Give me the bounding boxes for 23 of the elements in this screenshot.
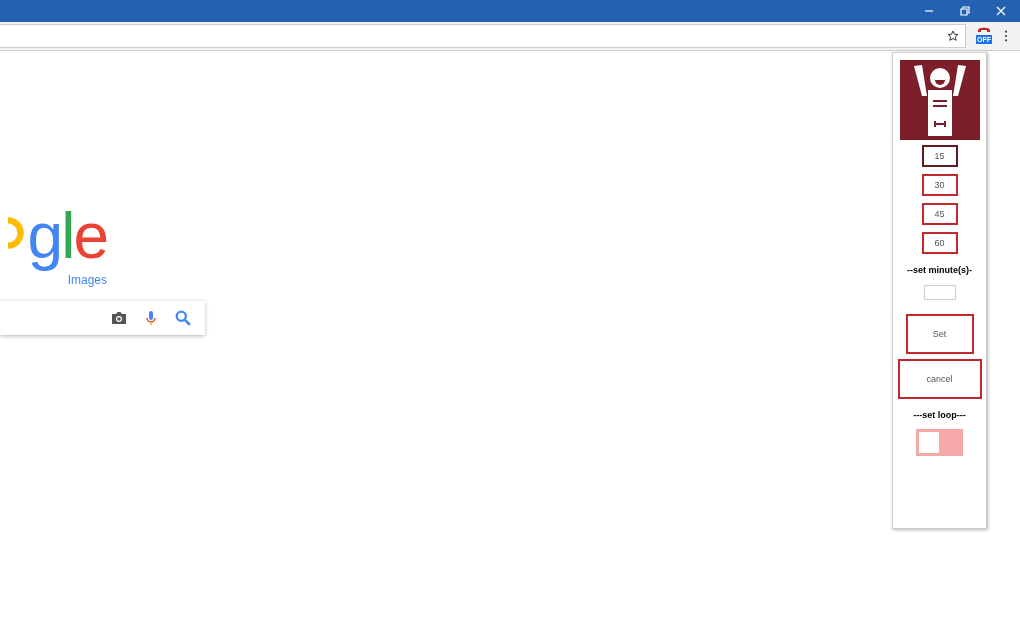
minutes-input[interactable] (923, 285, 956, 300)
minutes-heading: --set minute(s)- (907, 265, 972, 275)
loop-toggle[interactable] (916, 429, 963, 456)
logo-letter: l (61, 201, 74, 273)
logo-letter: g (27, 201, 62, 273)
telephone-icon[interactable] (977, 26, 991, 34)
logo-fragment-drawing (7, 214, 26, 251)
camera-icon[interactable] (111, 309, 127, 326)
search-icon[interactable] (175, 309, 191, 326)
minutes-preset-button[interactable]: 30 (921, 174, 958, 196)
logo-letter: e (73, 201, 107, 273)
restore-icon[interactable] (960, 6, 970, 16)
close-icon[interactable] (996, 6, 1006, 16)
minutes-preset-button[interactable]: 15 (921, 145, 958, 167)
menu-icon[interactable] (1004, 30, 1008, 42)
star-icon[interactable] (947, 30, 959, 42)
set-button[interactable]: Set (905, 314, 974, 354)
minutes-preset-button[interactable]: 45 (921, 203, 958, 225)
cancel-button[interactable]: cancel (897, 359, 982, 399)
microphone-icon[interactable] (143, 309, 159, 326)
logo-subtitle: Images (67, 272, 107, 287)
loop-heading: ---set loop--- (913, 410, 966, 420)
minutes-preset-button[interactable]: 60 (921, 232, 958, 254)
